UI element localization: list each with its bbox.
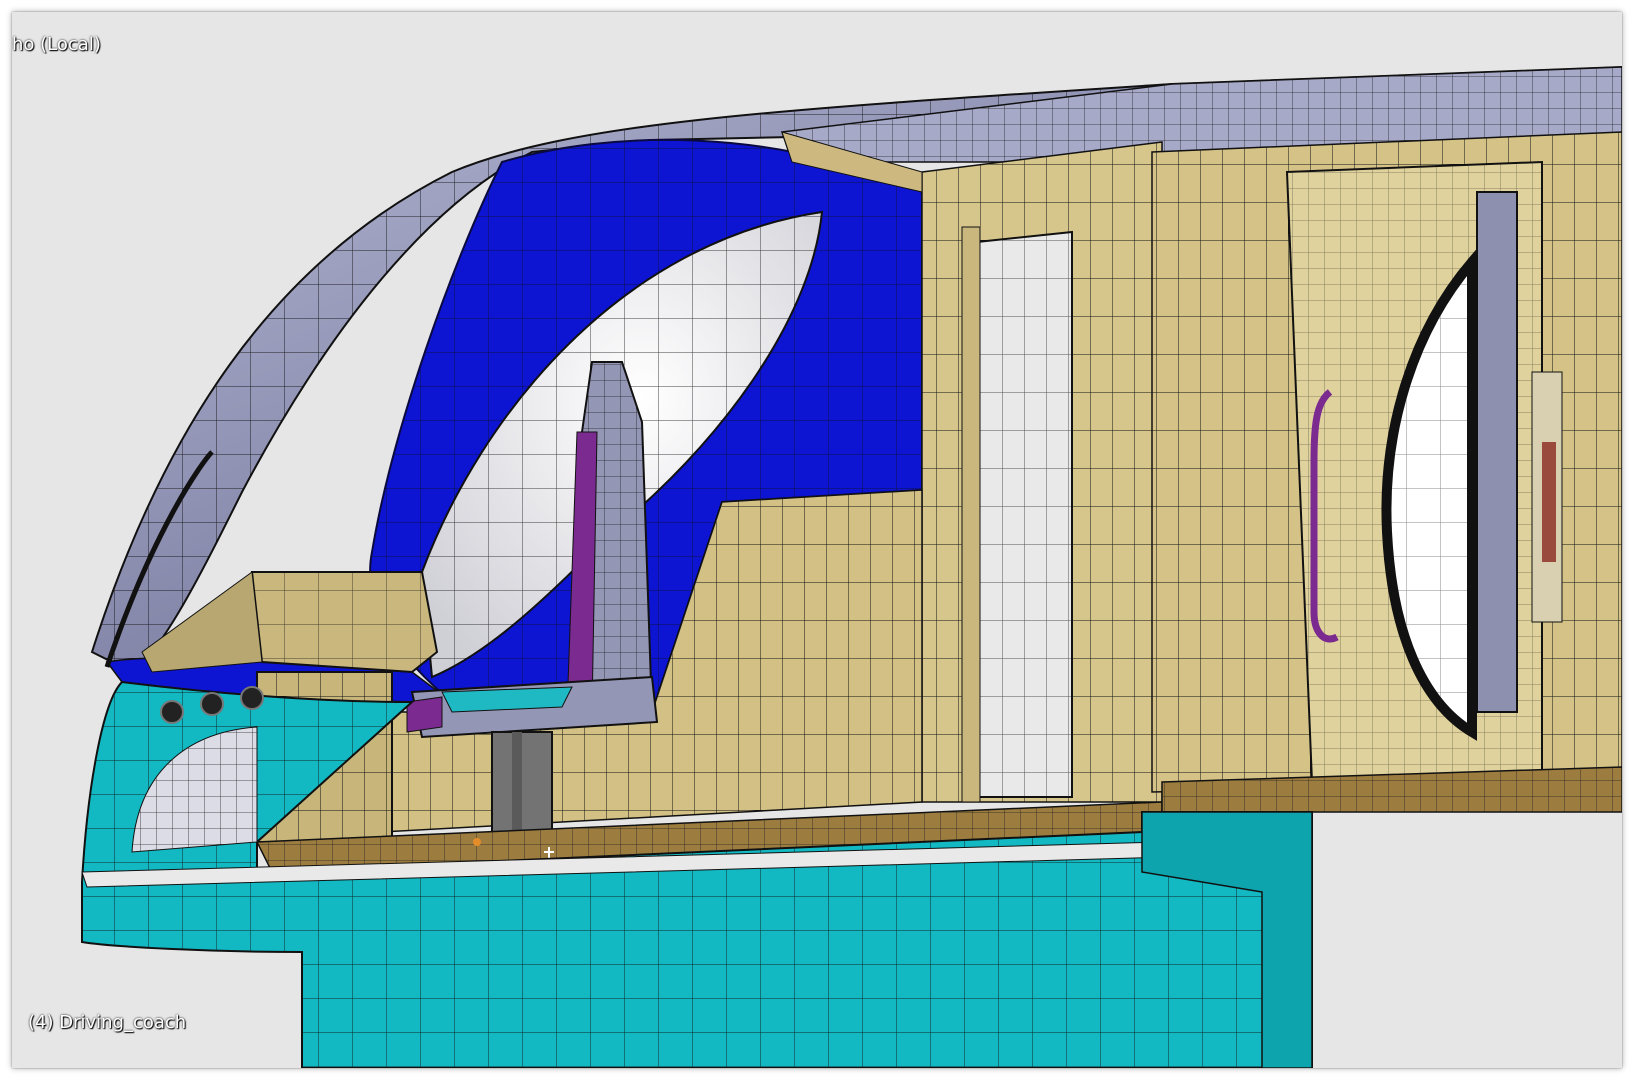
cab-door-panel xyxy=(961,226,1073,803)
viewport-view-label: ho (Local) xyxy=(12,34,101,55)
active-object-label: (4) Driving_coach xyxy=(28,1012,187,1033)
3d-viewport[interactable]: ho (Local) (4) Driving_coach xyxy=(12,12,1622,1068)
train-cab-model[interactable] xyxy=(12,12,1622,1068)
